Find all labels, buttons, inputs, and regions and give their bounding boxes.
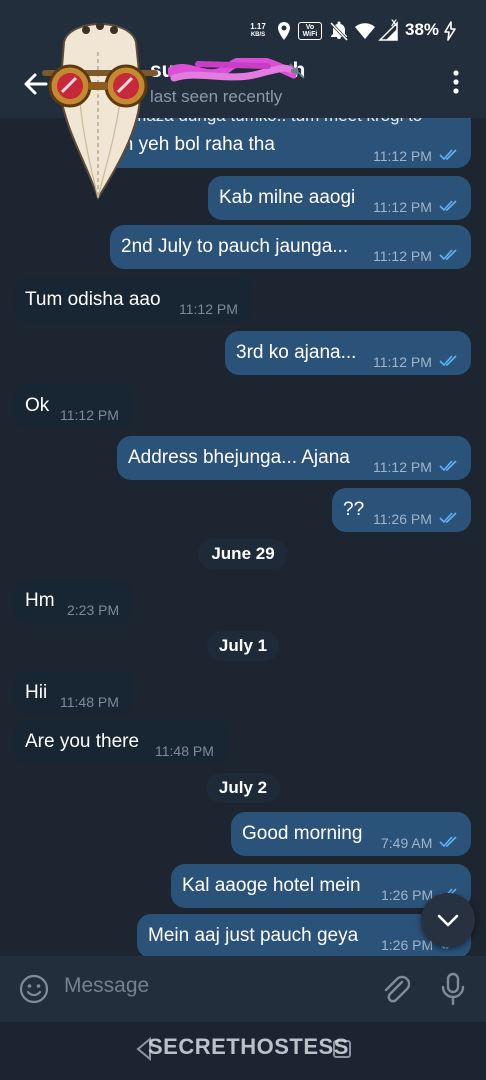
scroll-to-bottom-button[interactable]	[421, 893, 475, 947]
message-bubble-incoming[interactable]: Hm 2:23 PM	[14, 579, 132, 623]
message-time: 11:12 PM	[60, 407, 119, 423]
message-text: Tum odisha aao	[25, 289, 161, 310]
message-text: Ok	[25, 395, 50, 416]
location-icon	[278, 22, 290, 40]
message-time: 11:26 PM	[373, 511, 432, 527]
network-label: X	[391, 18, 398, 28]
message-input[interactable]: Message	[64, 974, 354, 998]
vowifi-label: Vo WiFi	[302, 24, 318, 38]
read-ticks-icon	[439, 836, 457, 848]
chevron-down-icon	[437, 914, 459, 927]
speed-value: 1.17	[250, 22, 266, 31]
read-ticks-icon	[439, 512, 457, 524]
message-text: Address bhejunga... Ajana	[128, 447, 350, 468]
vowifi-icon: Vo WiFi	[298, 22, 322, 40]
message-bubble-outgoing[interactable]: Kab milne aaogi 11:12 PM	[208, 176, 471, 220]
message-time: 11:12 PM	[373, 148, 432, 164]
message-bubble-incoming[interactable]: Ok 11:12 PM	[14, 384, 133, 428]
notifications-off-icon	[330, 21, 348, 41]
date-separator: June 29	[198, 539, 288, 569]
wifi-icon	[355, 23, 375, 39]
date-separator: July 1	[207, 631, 279, 661]
message-bubble-incoming[interactable]: Are you there 11:48 PM	[14, 720, 228, 764]
message-bubble-outgoing[interactable]: 2nd July to pauch jaunga... 11:12 PM	[110, 225, 471, 269]
message-time: 11:12 PM	[373, 459, 432, 475]
message-bubble-outgoing[interactable]: Kal aaoge hotel mein 1:26 PM	[171, 864, 471, 908]
date-separator: July 2	[206, 773, 280, 803]
message-time: 11:48 PM	[60, 694, 119, 710]
message-text: a maza dunga tumko.. tum meet krogi to	[118, 118, 422, 126]
message-time: 1:26 PM	[381, 937, 434, 953]
message-text: Are you there	[25, 731, 140, 752]
message-text: 2nd July to pauch jaunga...	[121, 236, 349, 257]
read-ticks-icon	[439, 355, 457, 367]
read-ticks-icon	[439, 200, 457, 212]
microphone-icon[interactable]	[440, 972, 466, 1006]
charging-icon	[444, 21, 456, 41]
read-ticks-icon	[439, 460, 457, 472]
speed-unit: KB/S	[250, 32, 266, 38]
message-time: 11:12 PM	[373, 248, 432, 264]
attach-icon[interactable]	[380, 972, 410, 1006]
message-bubble-incoming[interactable]: Hii 11:48 PM	[14, 671, 133, 715]
message-time: 11:12 PM	[373, 199, 432, 215]
network-speed: 1.17 KB/S	[247, 23, 269, 39]
emoji-icon[interactable]	[18, 973, 50, 1005]
watermark-text: SECRETHOSTESS	[148, 1034, 349, 1059]
message-bubble-outgoing[interactable]: 3rd ko ajana... 11:12 PM	[225, 331, 471, 375]
message-bubble-outgoing[interactable]: ?? 11:26 PM	[332, 488, 471, 532]
avatar[interactable]	[40, 12, 160, 202]
read-ticks-icon	[439, 249, 457, 261]
message-text: Kal aaoge hotel mein	[182, 875, 361, 896]
message-text: ??	[343, 499, 365, 520]
message-time: 7:49 AM	[381, 835, 433, 851]
battery-percent: 38%	[405, 20, 440, 39]
message-list[interactable]: a maza dunga tumko.. tum meet krogi to e…	[0, 118, 486, 956]
message-composer: Message	[0, 956, 486, 1022]
message-text: Mein aaj just pauch geya	[148, 925, 359, 946]
message-time: 11:12 PM	[373, 354, 432, 370]
message-bubble-outgoing[interactable]: Address bhejunga... Ajana 11:12 PM	[117, 436, 471, 480]
message-text: Hii	[25, 682, 48, 703]
message-time: 11:48 PM	[155, 743, 214, 759]
mute-icon	[289, 63, 305, 79]
message-bubble-incoming[interactable]: Tum odisha aao 11:12 PM	[14, 278, 252, 322]
message-time: 1:26 PM	[381, 887, 434, 903]
message-text: Good morning	[242, 823, 363, 844]
last-seen-status: last seen recently	[150, 87, 283, 106]
message-time: 2:23 PM	[67, 602, 120, 618]
message-bubble-outgoing[interactable]: Good morning 7:49 AM	[231, 812, 471, 856]
read-ticks-icon	[439, 149, 457, 161]
message-time: 11:12 PM	[179, 301, 238, 317]
message-text: 3rd ko ajana...	[236, 342, 357, 363]
message-text: Hm	[25, 590, 55, 611]
more-vert-icon[interactable]	[444, 68, 468, 96]
message-text: Kab milne aaogi	[219, 187, 356, 208]
name-redaction-scribble	[168, 58, 296, 82]
